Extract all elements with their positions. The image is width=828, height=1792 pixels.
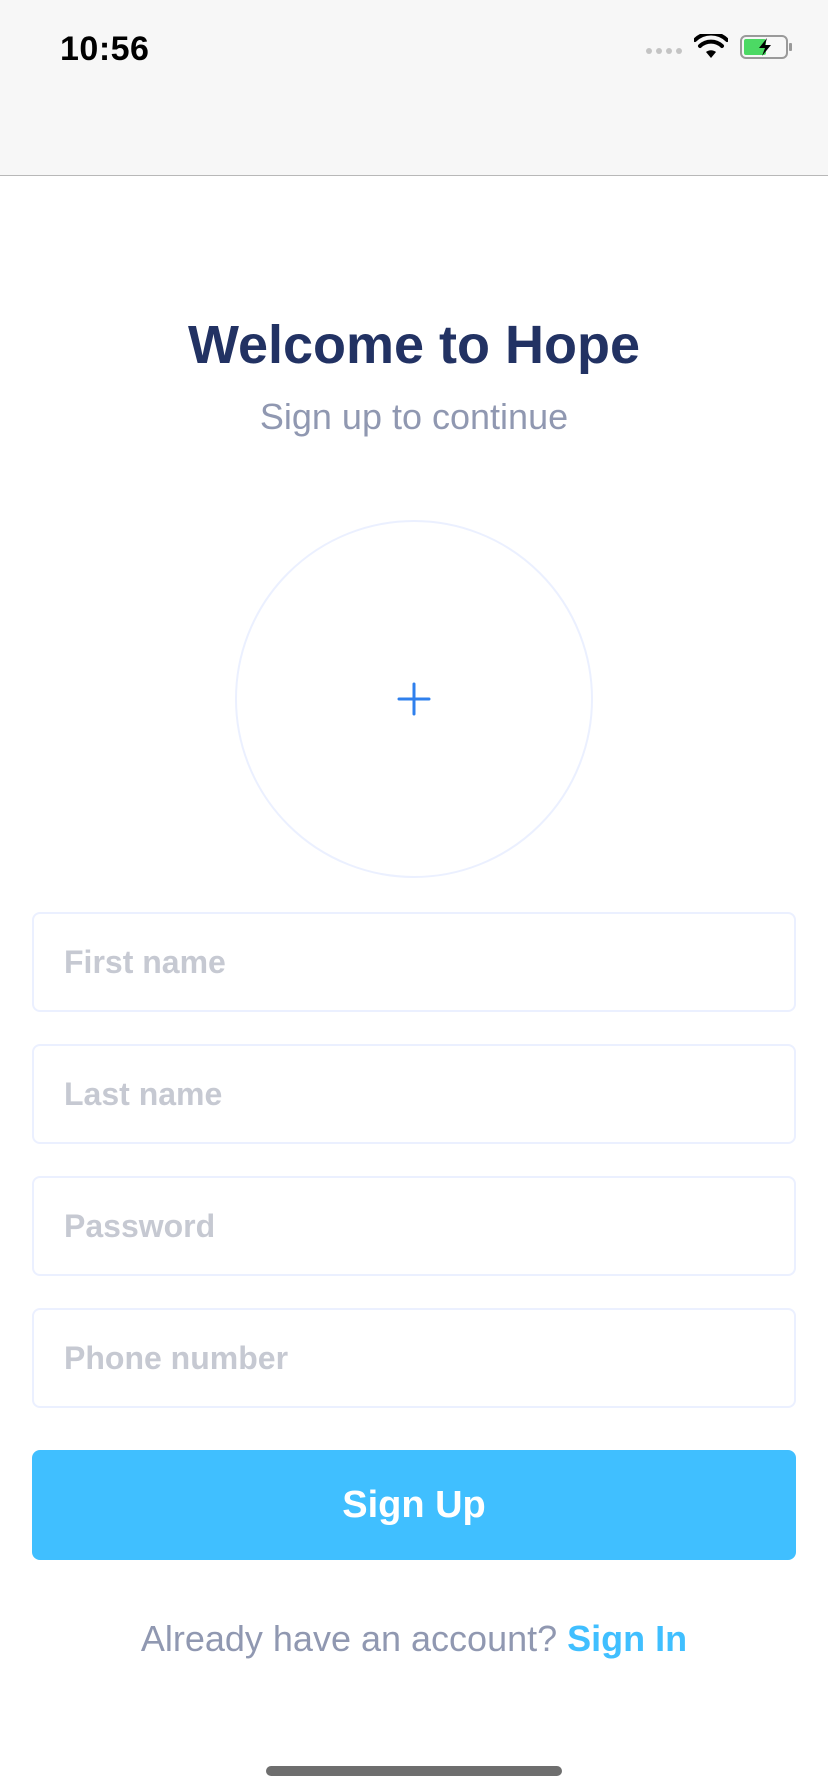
status-icons [646, 34, 794, 60]
battery-charging-icon [740, 35, 792, 59]
sign-up-button[interactable]: Sign Up [32, 1450, 796, 1560]
last-name-field[interactable] [32, 1044, 796, 1144]
sign-in-prompt: Already have an account? Sign In [0, 1618, 828, 1660]
first-name-field[interactable] [32, 912, 796, 1012]
page-subtitle: Sign up to continue [259, 396, 569, 437]
avatar-upload-button[interactable] [235, 520, 593, 878]
status-time: 10:56 [60, 30, 150, 68]
sign-in-link[interactable]: Sign In [567, 1618, 687, 1659]
status-bar: 10:56 [0, 0, 828, 176]
wifi-icon [694, 34, 728, 58]
sign-in-prompt-text: Already have an account? [140, 1618, 558, 1659]
page-title: Welcome to Hope [187, 315, 641, 375]
password-field[interactable] [32, 1176, 796, 1276]
phone-number-field[interactable] [32, 1308, 796, 1408]
plus-icon [397, 682, 431, 716]
home-indicator [266, 1766, 562, 1776]
cellular-signal-icon [646, 48, 682, 54]
